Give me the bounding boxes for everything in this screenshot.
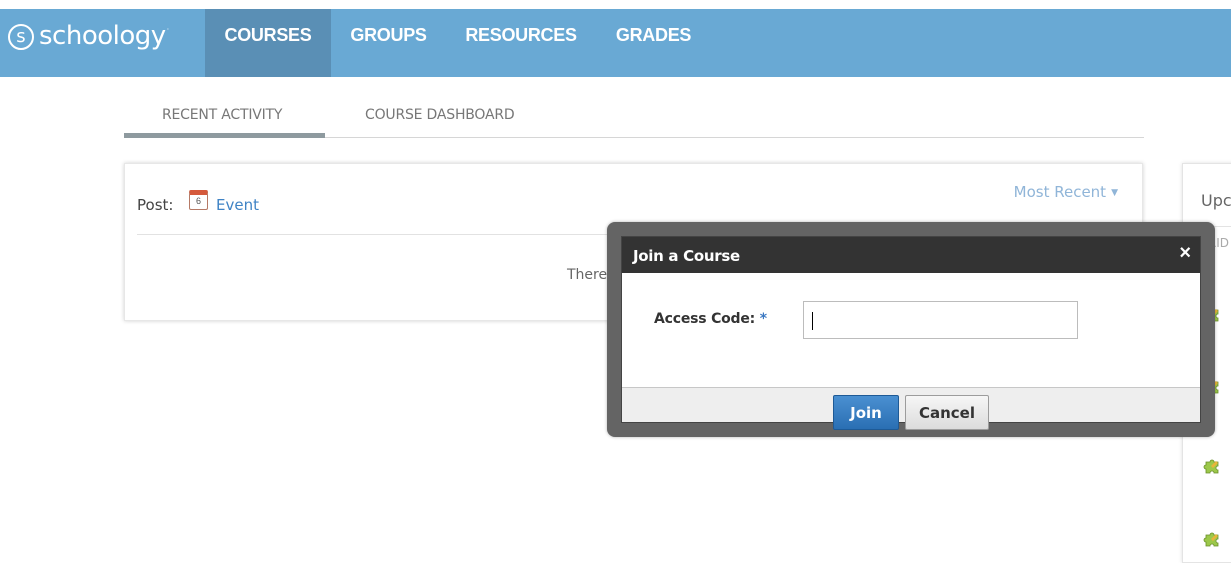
tab-recent-activity[interactable]: RECENT ACTIVITY [162, 107, 282, 123]
chevron-down-icon: ▼ [1111, 188, 1118, 198]
top-navigation-bar: s schoology· COURSES GROUPS RESOURCES GR… [0, 9, 1231, 77]
top-strip [0, 0, 1231, 9]
nav-grades[interactable]: GRADES [596, 9, 711, 77]
nav-courses[interactable]: COURSES [205, 9, 331, 77]
dialog-title: Join a Course [633, 247, 740, 265]
logo-text: schoology· [39, 21, 169, 51]
post-event-link[interactable]: Event [216, 196, 259, 214]
text-cursor [812, 312, 813, 330]
post-label: Post: [137, 196, 174, 214]
access-code-input[interactable] [803, 301, 1078, 339]
calendar-icon[interactable]: 6 [189, 190, 208, 210]
puzzle-piece-icon[interactable] [1203, 529, 1221, 547]
dialog-body: Access Code: * [622, 273, 1200, 387]
access-code-label: Access Code: * [654, 311, 767, 327]
close-icon[interactable]: × [1179, 242, 1191, 265]
schoology-logo-icon: s [8, 24, 34, 50]
dialog-title-bar: Join a Course × [622, 237, 1200, 273]
dialog-footer: Join Cancel [622, 387, 1200, 430]
puzzle-piece-icon[interactable] [1203, 456, 1221, 474]
join-button[interactable]: Join [833, 395, 899, 430]
dialog-panel: Join a Course × Access Code: * Join Canc… [621, 236, 1201, 430]
join-course-dialog: Join a Course × Access Code: * Join Canc… [607, 222, 1215, 437]
active-tab-indicator [124, 133, 325, 138]
schoology-logo[interactable]: s schoology· [8, 21, 169, 51]
upcoming-heading: Upc [1201, 191, 1231, 210]
sort-dropdown[interactable]: Most Recent ▼ [1014, 183, 1118, 201]
required-marker: * [759, 311, 767, 327]
course-tabs: RECENT ACTIVITY COURSE DASHBOARD [124, 98, 1144, 138]
tab-course-dashboard[interactable]: COURSE DASHBOARD [365, 107, 515, 123]
cancel-button[interactable]: Cancel [905, 395, 989, 430]
nav-groups[interactable]: GROUPS [331, 9, 446, 77]
nav-resources[interactable]: RESOURCES [446, 9, 596, 77]
